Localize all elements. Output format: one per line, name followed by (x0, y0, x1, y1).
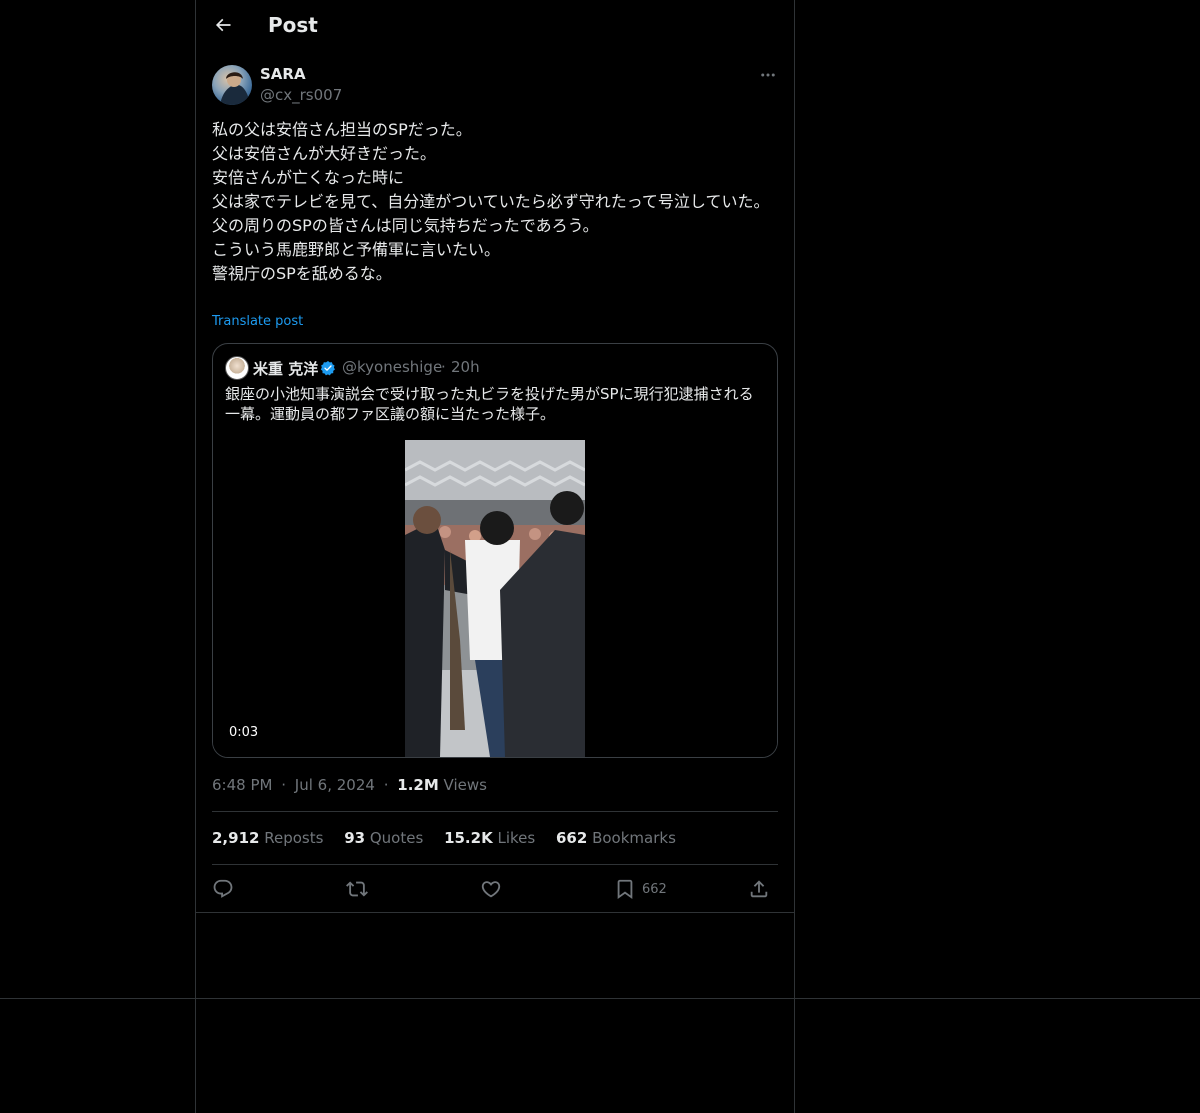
post-text: 私の父は安倍さん担当のSPだった。 父は安倍さんが大好きだった。 安倍さんが亡く… (212, 118, 778, 286)
engagement-stats: 2,912 Reposts 93 Quotes 15.2K Likes 662 … (212, 829, 692, 847)
page-title: Post (268, 13, 318, 37)
quoted-author-handle: @kyoneshige (342, 358, 443, 376)
quoted-post-time: 20h (451, 358, 480, 376)
post-text-line: 父の周りのSPの皆さんは同じ気持ちだったであろう。 (212, 216, 599, 235)
quotes-count: 93 (344, 829, 366, 847)
post-text-line: 私の父は安倍さん担当のSPだった。 (212, 120, 472, 139)
action-bar: 662 (212, 874, 778, 904)
bookmarks-label: Bookmarks (592, 829, 676, 847)
post-text-line: こういう馬鹿野郎と予備軍に言いたい。 (212, 240, 501, 259)
divider (212, 864, 778, 865)
repost-icon (346, 881, 368, 897)
repost-button[interactable] (346, 874, 368, 904)
reposts-count: 2,912 (212, 829, 260, 847)
post-text-line: 父は家でテレビを見て、自分達がついていたら必ず守れたって号泣していた。 (212, 192, 770, 211)
separator-dot: · (441, 358, 446, 376)
post-text-line: 安倍さんが亡くなった時に (212, 168, 405, 187)
back-button[interactable] (206, 8, 240, 42)
author-display-name[interactable]: SARA (260, 65, 306, 83)
arrow-left-icon (215, 18, 231, 32)
post-metadata: 6:48 PM · Jul 6, 2024 · 1.2M Views (212, 776, 487, 794)
bookmarks-count: 662 (556, 829, 588, 847)
main-column: Post SARA @cx_rs007 私の父は安倍さん担当のSPだった。 父は… (195, 0, 795, 1113)
video-thumbnail (405, 440, 585, 757)
bookmarks-stat[interactable]: 662 Bookmarks (556, 829, 676, 847)
reposts-stat[interactable]: 2,912 Reposts (212, 829, 328, 847)
quoted-author-name: 米重 克洋 (253, 360, 319, 378)
more-options-button[interactable] (756, 63, 780, 87)
post-time[interactable]: 6:48 PM (212, 776, 272, 794)
video-player[interactable]: 0:03 (213, 440, 777, 757)
quoted-post-text: 銀座の小池知事演説会で受け取った丸ビラを投げた男がSPに現行犯逮捕される一幕。運… (225, 385, 754, 423)
reply-icon (213, 879, 233, 898)
likes-label: Likes (497, 829, 536, 847)
share-icon (750, 880, 768, 898)
bookmark-count: 662 (642, 881, 667, 897)
views-count: 1.2M (397, 776, 439, 794)
bookmark-icon (617, 879, 633, 900)
reposts-label: Reposts (264, 829, 324, 847)
author-avatar[interactable] (212, 65, 252, 105)
share-button[interactable] (748, 874, 770, 904)
post-date[interactable]: Jul 6, 2024 (295, 776, 375, 794)
likes-count: 15.2K (444, 829, 493, 847)
likes-stat[interactable]: 15.2K Likes (444, 829, 540, 847)
quoted-post-card[interactable]: 米重 克洋 @kyoneshige · 20h 銀座の小池知事演説会で受け取った… (212, 343, 778, 758)
like-button[interactable] (480, 874, 502, 904)
quotes-label: Quotes (369, 829, 424, 847)
divider (196, 912, 794, 913)
like-icon (481, 881, 501, 898)
video-duration: 0:03 (223, 724, 265, 741)
verified-badge-icon (320, 361, 335, 376)
quoted-author-avatar (225, 356, 249, 380)
video-still-image (405, 440, 585, 757)
bookmark-button[interactable]: 662 (614, 874, 667, 904)
separator-dot: · (281, 776, 287, 794)
reply-button[interactable] (212, 874, 234, 904)
post-text-line: 警視庁のSPを舐めるな。 (212, 264, 392, 283)
separator-dot: · (383, 776, 389, 794)
post-text-line: 父は安倍さんが大好きだった。 (212, 144, 437, 163)
views-label: Views (443, 776, 487, 794)
more-horizontal-icon (761, 73, 775, 77)
quotes-stat[interactable]: 93 Quotes (344, 829, 428, 847)
divider (212, 811, 778, 812)
translate-post-link[interactable]: Translate post (212, 314, 303, 329)
post-header: Post (196, 0, 794, 53)
avatar-image (220, 72, 250, 105)
author-handle[interactable]: @cx_rs007 (260, 86, 342, 104)
